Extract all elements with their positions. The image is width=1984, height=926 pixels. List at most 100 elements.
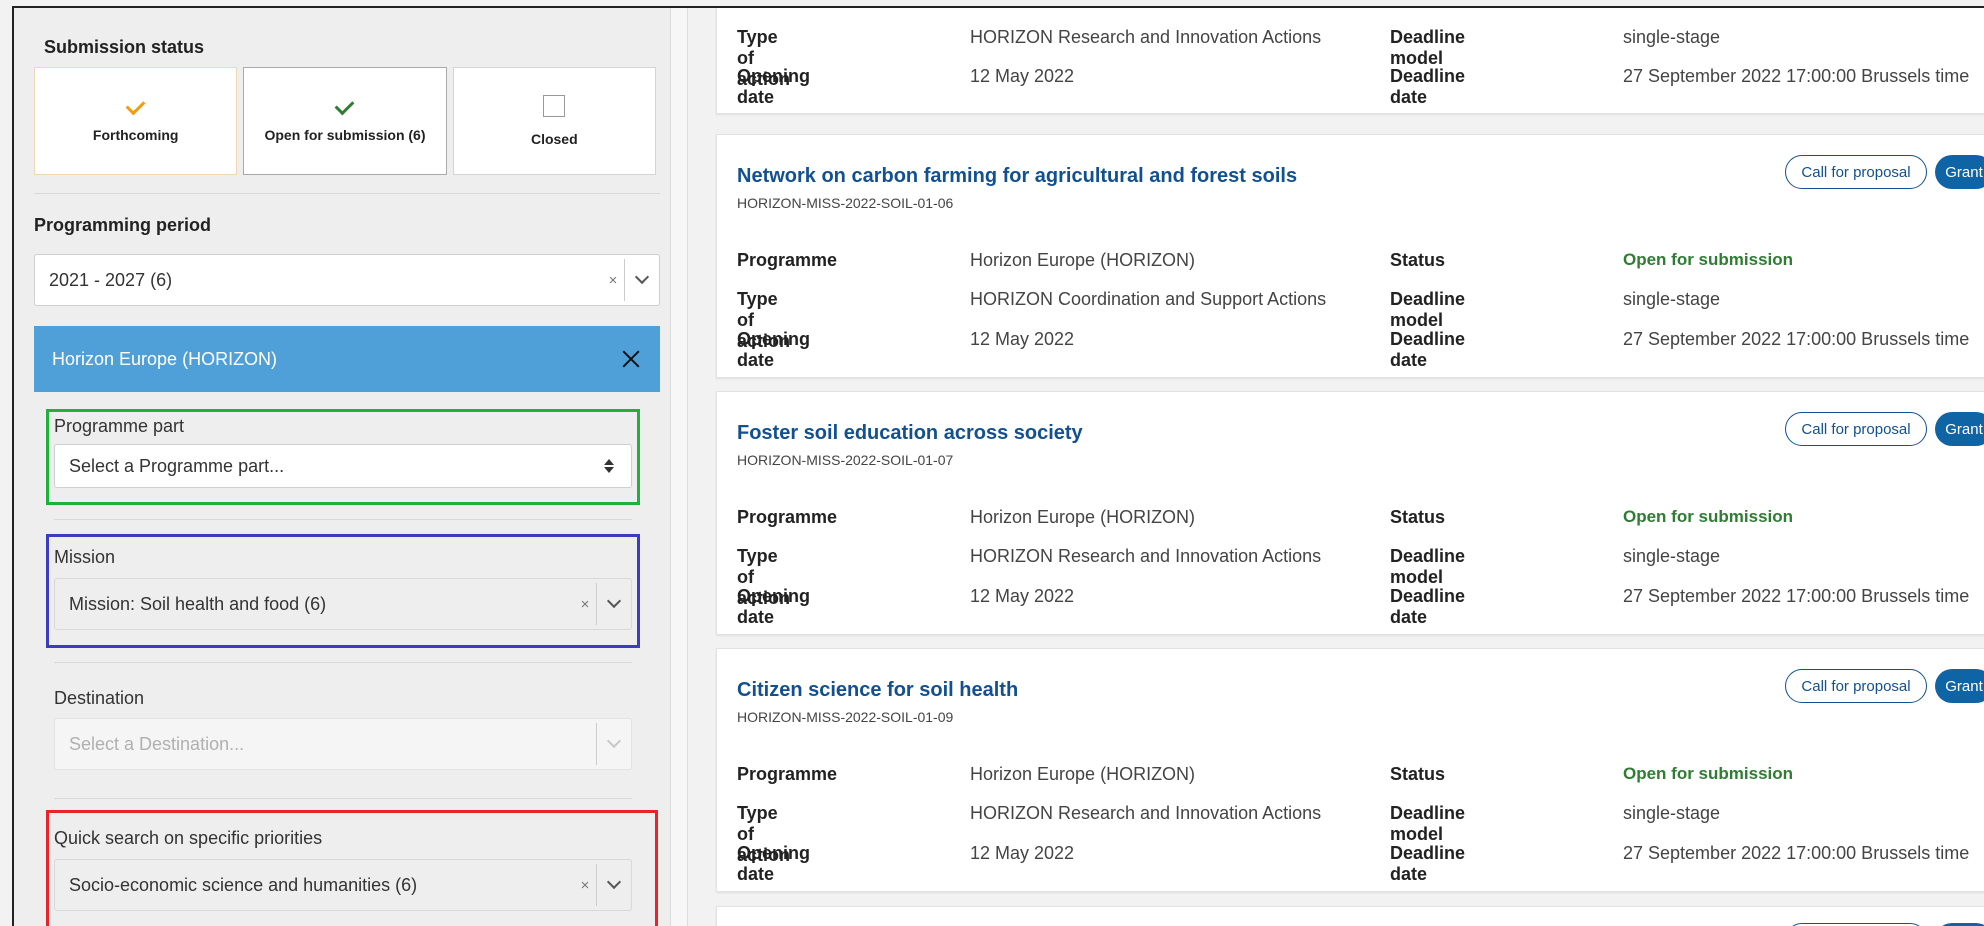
- status-value: Open for submission: [1623, 507, 1794, 526]
- type-of-action-value: HORIZON Research and Innovation Actions: [970, 27, 1322, 47]
- deadline-model-value: single-stage: [1623, 546, 1721, 566]
- deadline-model-value: single-stage: [1623, 289, 1721, 309]
- opening-date-key: Opening date: [737, 586, 810, 627]
- status-closed-card[interactable]: Closed: [452, 67, 656, 175]
- status-value: Open for submission: [1623, 250, 1794, 269]
- deadline-date-value: 27 September 2022 17:00:00 Brussels time: [1623, 329, 1970, 349]
- status-key: Status: [1390, 764, 1446, 784]
- divider: [54, 662, 632, 663]
- divider: [34, 193, 660, 194]
- deadline-model-value: single-stage: [1623, 27, 1721, 47]
- status-closed-label: Closed: [530, 131, 578, 147]
- sidebar-scrollbar[interactable]: [670, 8, 688, 926]
- opening-date-key: Opening date: [737, 843, 810, 884]
- dropdown-toggle[interactable]: [597, 593, 631, 609]
- dropdown-toggle[interactable]: [625, 269, 659, 285]
- chevron-down-icon: [606, 874, 622, 890]
- close-icon[interactable]: [620, 348, 642, 370]
- programme-key: Programme: [737, 764, 838, 784]
- result-title-link[interactable]: Citizen science for soil health: [737, 679, 1018, 702]
- programme-value: Horizon Europe (HORIZON): [970, 507, 1196, 527]
- type-of-action-value: HORIZON Research and Innovation Actions: [970, 546, 1322, 566]
- type-of-action-value: HORIZON Research and Innovation Actions: [970, 803, 1322, 823]
- quick-search-label: Quick search on specific priorities: [54, 828, 323, 848]
- destination-select[interactable]: Select a Destination...: [54, 718, 632, 770]
- deadline-model-key: Deadline model: [1390, 546, 1466, 587]
- opening-date-value: 12 May 2022: [970, 843, 1075, 863]
- result-card: Foster soil education across society HOR…: [716, 391, 1984, 635]
- status-forthcoming-label: Forthcoming: [92, 127, 179, 143]
- deadline-model-key: Deadline model: [1390, 803, 1466, 844]
- status-open-label: Open for submission (6): [264, 127, 426, 143]
- result-title-link[interactable]: Foster soil education across society: [737, 422, 1083, 445]
- mission-value: Mission: Soil health and food (6): [69, 593, 327, 614]
- programme-part-label: Programme part: [54, 416, 185, 436]
- status-open-card[interactable]: Open for submission (6): [243, 67, 447, 175]
- dropdown-toggle[interactable]: [597, 733, 631, 749]
- result-id: HORIZON-MISS-2022-SOIL-01-09: [737, 709, 954, 725]
- programming-period-select[interactable]: 2021 - 2027 (6) ×: [34, 254, 660, 306]
- checkbox-icon: [543, 95, 566, 117]
- programme-key: Programme: [737, 507, 838, 527]
- results-list: Type of action HORIZON Research and Inno…: [688, 8, 1984, 926]
- chevron-down-icon: [606, 593, 622, 609]
- result-id: HORIZON-MISS-2022-SOIL-01-06: [737, 195, 954, 211]
- divider: [54, 519, 632, 520]
- filter-sidebar: Submission status Forthcoming Open for s…: [14, 8, 670, 926]
- mission-select[interactable]: Mission: Soil health and food (6) ×: [54, 578, 632, 630]
- deadline-date-key: Deadline date: [1390, 843, 1466, 884]
- status-value: Open for submission: [1623, 764, 1794, 783]
- call-for-proposal-badge[interactable]: Call for proposal: [1785, 155, 1927, 189]
- grant-badge[interactable]: Grant: [1935, 412, 1984, 446]
- type-of-action-value: HORIZON Coordination and Support Actions: [970, 289, 1327, 309]
- programme-part-select[interactable]: Select a Programme part...: [54, 444, 632, 488]
- result-card-partial: [716, 906, 1984, 926]
- deadline-date-key: Deadline date: [1390, 329, 1466, 370]
- check-icon: [126, 99, 146, 113]
- grant-badge[interactable]: Grant: [1935, 155, 1984, 189]
- result-card-partial: Type of action HORIZON Research and Inno…: [716, 8, 1984, 114]
- clear-icon[interactable]: ×: [602, 272, 624, 289]
- opening-date-key: Opening date: [737, 66, 810, 107]
- check-icon: [335, 99, 355, 113]
- deadline-date-value: 27 September 2022 17:00:00 Brussels time: [1623, 66, 1970, 86]
- grant-badge[interactable]: Grant: [1935, 669, 1984, 703]
- chevron-down-icon: [634, 269, 650, 285]
- clear-icon[interactable]: ×: [574, 877, 596, 894]
- programme-part-placeholder: Select a Programme part...: [69, 455, 285, 476]
- deadline-model-key: Deadline model: [1390, 27, 1466, 68]
- quick-search-select[interactable]: Socio-economic science and humanities (6…: [54, 859, 632, 911]
- call-for-proposal-badge[interactable]: Call for proposal: [1785, 412, 1927, 446]
- result-id: HORIZON-MISS-2022-SOIL-01-07: [737, 452, 954, 468]
- deadline-date-key: Deadline date: [1390, 586, 1466, 627]
- submission-status-filters: Forthcoming Open for submission (6) Clos…: [34, 67, 656, 175]
- result-title-link[interactable]: Network on carbon farming for agricultur…: [737, 165, 1297, 188]
- status-forthcoming-card[interactable]: Forthcoming: [34, 67, 238, 175]
- call-for-proposal-badge[interactable]: Call for proposal: [1785, 669, 1927, 703]
- programme-value: Horizon Europe (HORIZON): [970, 250, 1196, 270]
- deadline-model-key: Deadline model: [1390, 289, 1466, 330]
- destination-placeholder: Select a Destination...: [69, 733, 245, 754]
- opening-date-value: 12 May 2022: [970, 66, 1075, 86]
- status-key: Status: [1390, 250, 1446, 270]
- sort-arrows-icon: [603, 459, 615, 473]
- status-key: Status: [1390, 507, 1446, 527]
- deadline-date-key: Deadline date: [1390, 66, 1466, 107]
- destination-label: Destination: [54, 688, 145, 708]
- submission-status-title: Submission status: [44, 37, 205, 57]
- quick-search-value: Socio-economic science and humanities (6…: [69, 874, 418, 895]
- result-card: Network on carbon farming for agricultur…: [716, 134, 1984, 378]
- result-card: Citizen science for soil health HORIZON-…: [716, 648, 1984, 892]
- opening-date-value: 12 May 2022: [970, 329, 1075, 349]
- deadline-model-value: single-stage: [1623, 803, 1721, 823]
- mission-label: Mission: [54, 547, 116, 567]
- divider: [54, 798, 632, 799]
- clear-icon[interactable]: ×: [574, 596, 596, 613]
- chevron-down-icon: [606, 733, 622, 749]
- dropdown-toggle[interactable]: [597, 874, 631, 890]
- opening-date-key: Opening date: [737, 329, 810, 370]
- programme-key: Programme: [737, 250, 838, 270]
- programme-header: Horizon Europe (HORIZON): [34, 326, 660, 392]
- programme-value: Horizon Europe (HORIZON): [970, 764, 1196, 784]
- app-frame: Submission status Forthcoming Open for s…: [12, 6, 1984, 926]
